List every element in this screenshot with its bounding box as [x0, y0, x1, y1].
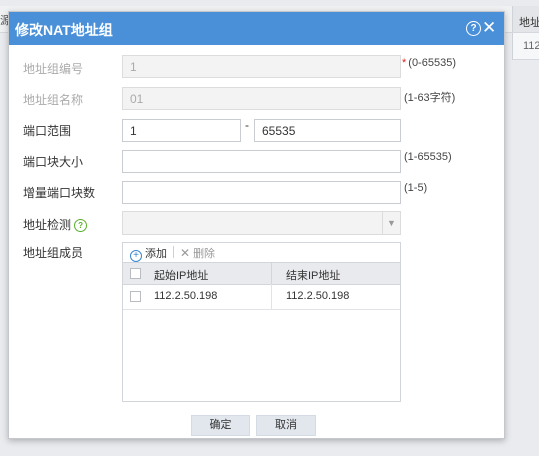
chevron-down-icon: ▼ — [382, 212, 400, 234]
port-range-separator: - — [245, 118, 249, 132]
group-id-field[interactable] — [122, 55, 401, 78]
table-row[interactable]: 112.2.50.198 112.2.50.198 — [123, 284, 400, 310]
group-members-label: 地址组成员 — [23, 246, 84, 260]
members-toolbar: + 添加 ✕ 删除 — [123, 243, 400, 262]
delete-member-label: 删除 — [193, 248, 216, 260]
column-divider — [271, 263, 272, 284]
incremental-blocks-label: 增量端口块数 — [23, 186, 96, 200]
plus-circle-icon: + — [130, 250, 142, 262]
incremental-blocks-field[interactable] — [122, 181, 401, 204]
address-detection-select[interactable]: ▼ — [122, 211, 401, 235]
port-range-label: 端口范围 — [23, 124, 72, 138]
confirm-button[interactable]: 确定 — [191, 415, 250, 436]
background-table-cell: 112 — [512, 33, 539, 60]
group-id-label: 地址组编号 — [23, 62, 84, 76]
members-table-header: 起始IP地址 结束IP地址 — [123, 262, 400, 285]
row-divider — [271, 284, 272, 309]
delete-member-button[interactable]: ✕ 删除 — [180, 245, 215, 261]
start-ip-cell: 112.2.50.198 — [154, 290, 218, 302]
column-start-ip: 起始IP地址 — [154, 270, 209, 282]
port-range-end-field[interactable] — [254, 119, 401, 142]
port-block-size-label: 端口块大小 — [23, 155, 84, 169]
column-end-ip: 结束IP地址 — [286, 270, 341, 282]
end-ip-cell: 112.2.50.198 — [286, 290, 350, 302]
row-checkbox[interactable] — [130, 291, 141, 302]
add-member-label: 添加 — [145, 248, 167, 260]
help-icon[interactable]: ? — [466, 21, 481, 36]
address-detection-label-wrap: 地址检测? — [23, 216, 88, 233]
delete-x-icon: ✕ — [180, 246, 191, 260]
add-member-button[interactable]: + 添加 — [130, 245, 167, 262]
background-column-header: 地址 — [512, 6, 539, 32]
group-id-hint: * (0-65535) — [402, 57, 456, 69]
port-block-size-hint: (1-65535) — [404, 151, 452, 163]
port-block-size-field[interactable] — [122, 150, 401, 173]
address-detection-label: 地址检测 — [23, 218, 72, 232]
toolbar-divider — [173, 246, 174, 258]
question-circle-icon[interactable]: ? — [74, 219, 88, 232]
close-icon[interactable]: ✕ — [482, 18, 496, 38]
edit-nat-address-group-dialog: 修改NAT地址组 ? ✕ 地址组编号 *(0-65535) 地址组名称 (1-6… — [8, 11, 505, 439]
group-name-field[interactable] — [122, 87, 401, 110]
background-table-cell-value: 112 — [523, 40, 539, 52]
dialog-titlebar: 修改NAT地址组 ? ✕ — [9, 12, 504, 45]
required-mark: * — [402, 57, 407, 69]
port-range-start-field[interactable] — [122, 119, 241, 142]
incremental-blocks-hint: (1-5) — [404, 182, 428, 194]
group-id-range: (0-65535) — [408, 57, 456, 69]
group-name-hint: (1-63字符) — [404, 92, 456, 104]
dialog-title: 修改NAT地址组 — [15, 22, 113, 38]
group-members-panel: + 添加 ✕ 删除 起始IP地址 结束IP地址 112.2.50.198 112.2… — [122, 242, 401, 402]
cancel-button[interactable]: 取消 — [256, 415, 316, 436]
select-all-checkbox[interactable] — [130, 268, 141, 279]
background-column-header-label: 地址 — [519, 17, 539, 29]
group-name-label: 地址组名称 — [23, 93, 84, 107]
